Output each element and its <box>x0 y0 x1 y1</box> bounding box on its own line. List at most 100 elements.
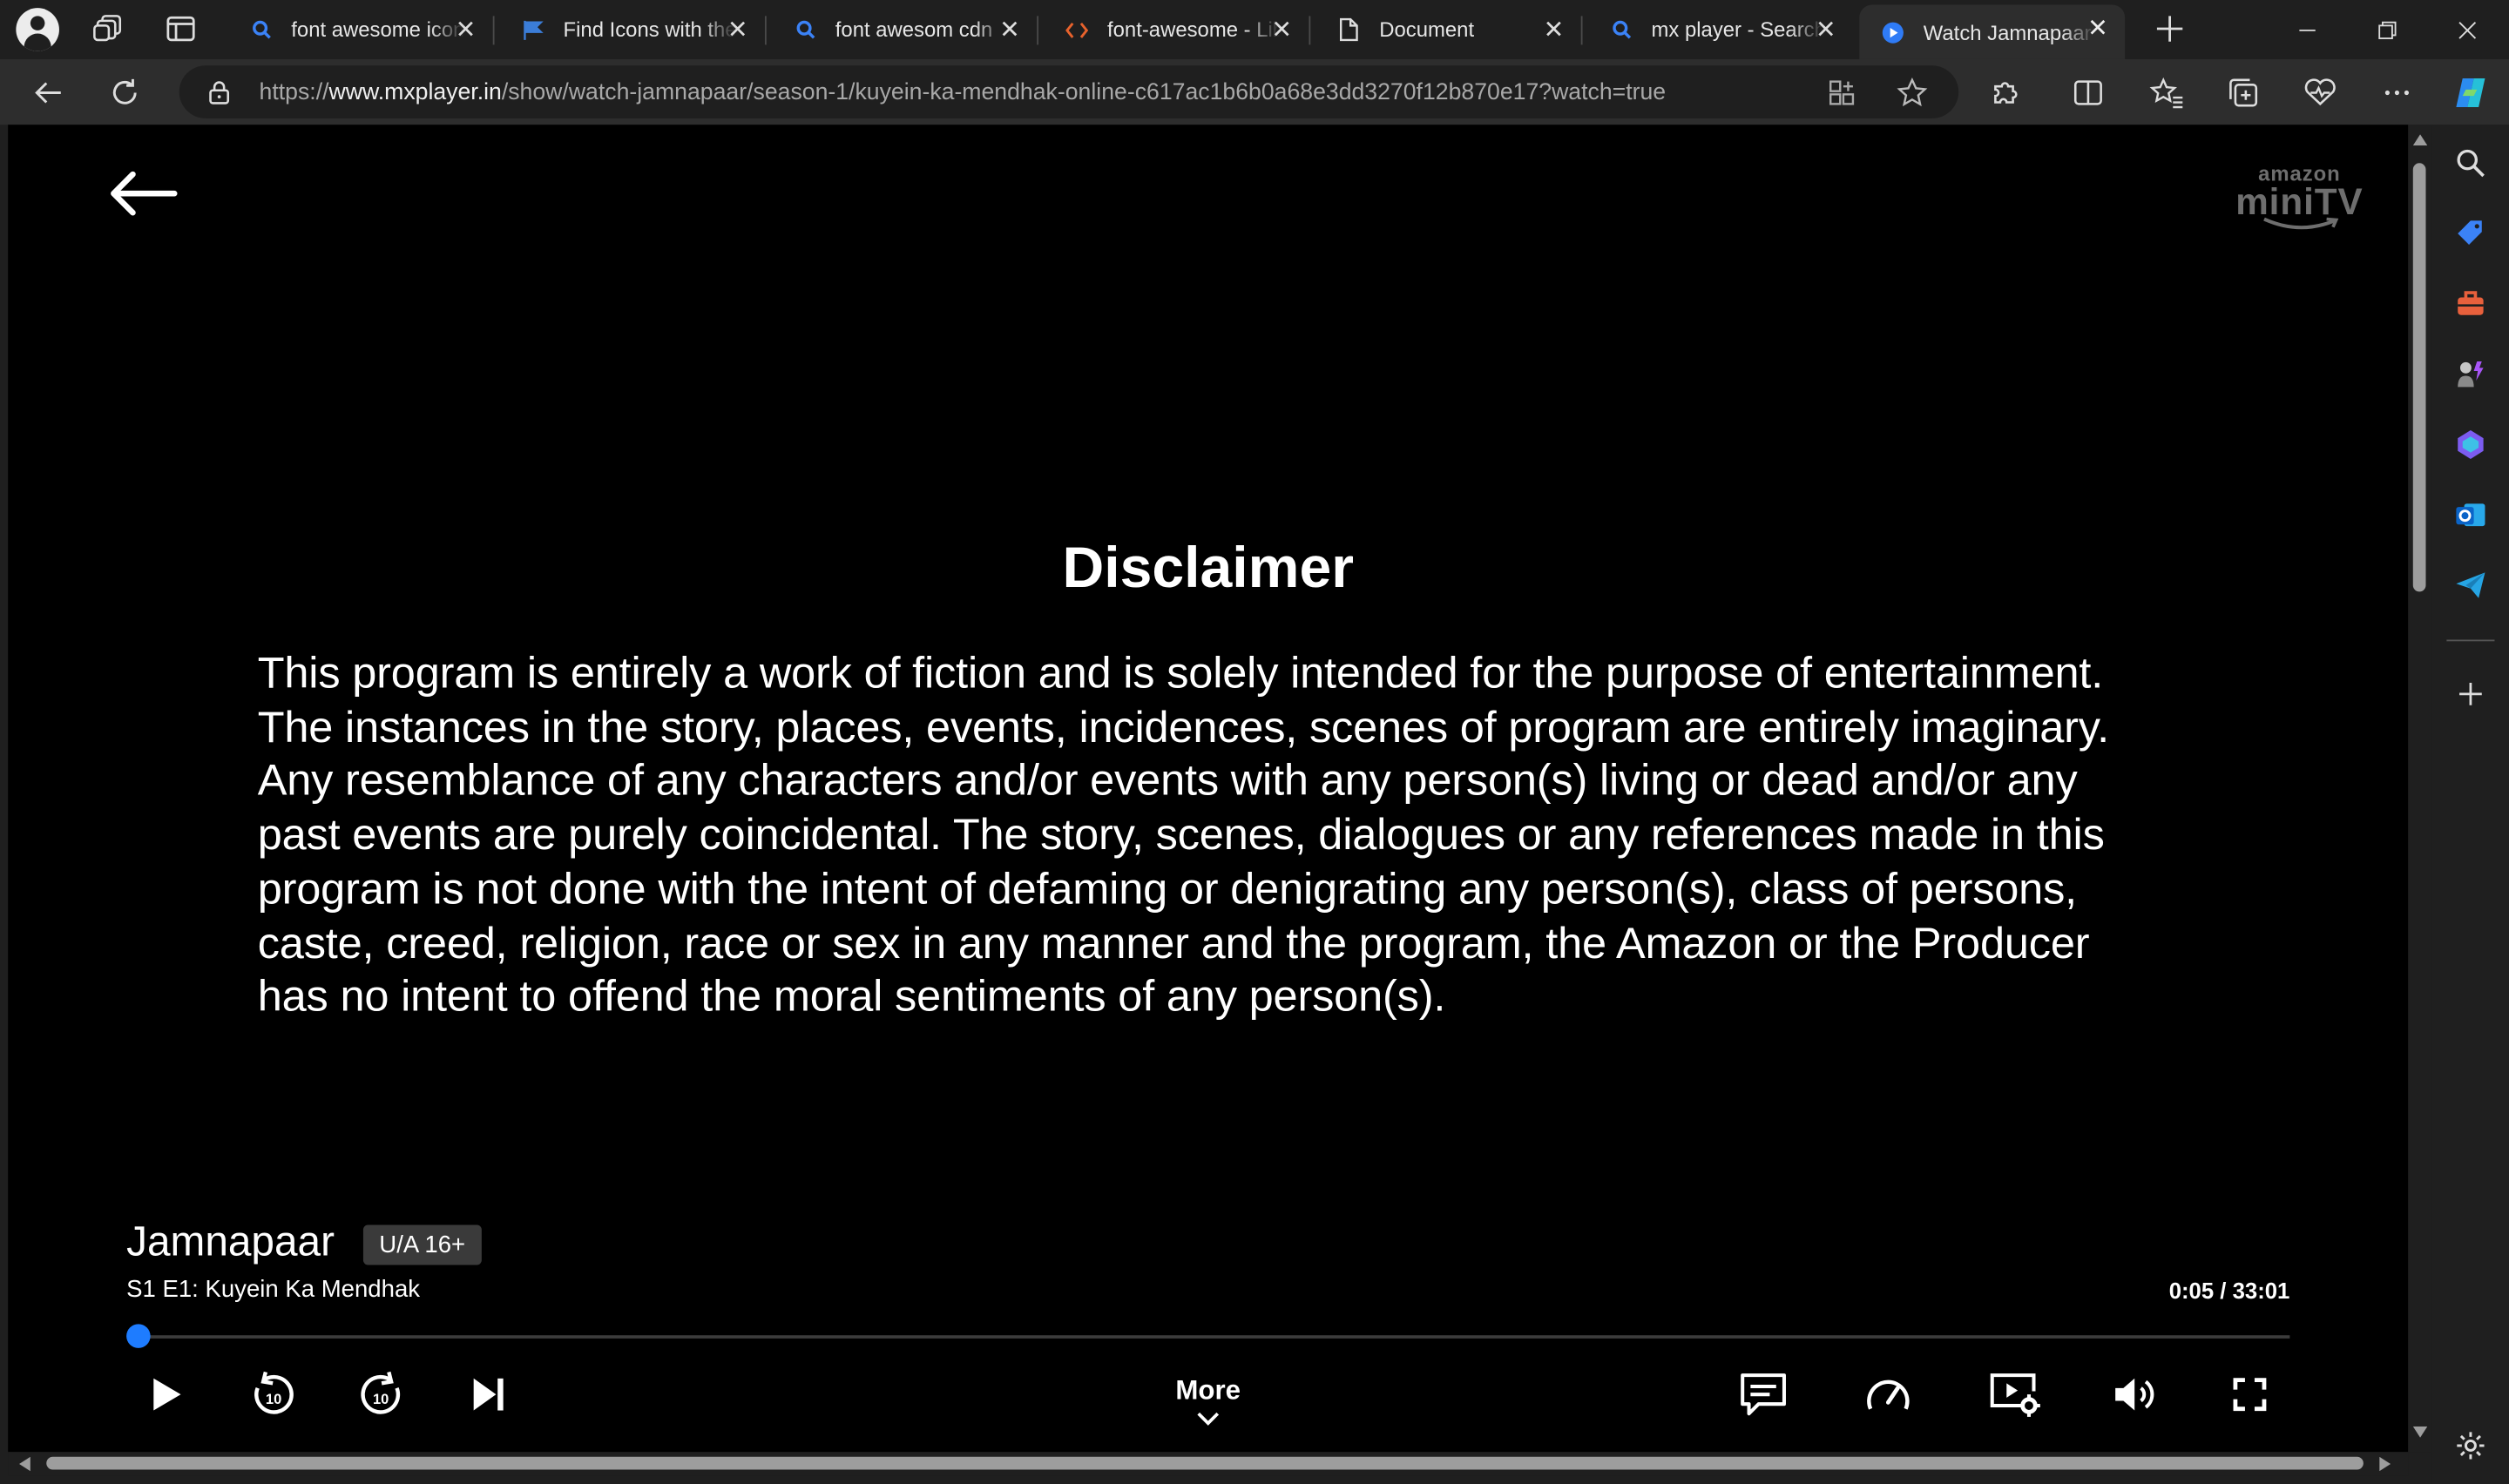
volume-icon <box>2115 1378 2154 1411</box>
scroll-left-icon[interactable] <box>19 1456 30 1472</box>
workspaces-icon[interactable] <box>93 13 125 45</box>
rewind-10-icon: 10 <box>254 1371 294 1414</box>
tab-watch-jamnapaar[interactable]: Watch Jamnapaar <box>1859 4 2126 59</box>
fullscreen-icon <box>2233 1378 2267 1412</box>
lock-icon[interactable] <box>208 80 231 105</box>
flag-icon <box>522 18 544 41</box>
sidebar-divider <box>2446 639 2495 642</box>
fullscreen-button[interactable] <box>2218 1369 2282 1420</box>
search-icon <box>794 18 816 41</box>
profile-avatar-icon[interactable] <box>16 8 59 51</box>
tab-find-icons[interactable]: Find Icons with the Perfect Look <box>499 6 767 52</box>
search-icon <box>250 18 273 41</box>
close-tab-icon[interactable] <box>1815 17 1837 40</box>
next-episode-button[interactable] <box>456 1369 519 1420</box>
more-options-icon[interactable] <box>2377 72 2418 114</box>
scroll-right-icon[interactable] <box>2379 1456 2391 1472</box>
tab-font-awesom-cdn[interactable]: font awesom cdn <box>771 6 1039 52</box>
document-icon <box>1338 17 1361 42</box>
tab-title: font awesom cdn <box>835 17 993 42</box>
tab-font-awesome-libraries[interactable]: font-awesome - Libraries <box>1044 6 1311 52</box>
search-icon <box>1610 18 1633 41</box>
games-chess-icon[interactable] <box>2455 358 2487 390</box>
vertical-scroll-thumb[interactable] <box>2412 163 2426 592</box>
app-available-icon[interactable] <box>1828 78 1856 107</box>
show-title: Jamnapaar <box>126 1217 335 1265</box>
video-settings-icon <box>1990 1373 2040 1417</box>
back-arrow-icon[interactable] <box>107 170 178 218</box>
send-telegram-icon[interactable] <box>2455 570 2487 602</box>
split-screen-icon[interactable] <box>2067 72 2109 114</box>
tab-title: Watch Jamnapaar <box>1923 19 2092 44</box>
tab-title: Find Icons with the Perfect Look <box>563 17 736 42</box>
tab-title: mx player - Search <box>1651 17 1824 42</box>
horizontal-scroll-thumb[interactable] <box>46 1456 2364 1470</box>
vertical-scrollbar[interactable] <box>2408 125 2432 1453</box>
skip-next-icon <box>473 1378 504 1411</box>
tools-briefcase-icon[interactable] <box>2455 288 2487 320</box>
tab-title: font awesome icons <box>291 17 464 42</box>
minimize-window-icon[interactable] <box>2269 0 2345 59</box>
tab-font-awesome-icons[interactable]: font awesome icons <box>227 6 495 52</box>
restore-window-icon[interactable] <box>2349 0 2425 59</box>
tab-title: font-awesome - Libraries <box>1107 17 1280 42</box>
browser-toolbar: https://www.mxplayer.in/show/watch-jamna… <box>0 58 2509 125</box>
seek-bar[interactable] <box>126 1324 2290 1348</box>
scroll-down-icon[interactable] <box>2412 1426 2428 1438</box>
close-window-icon[interactable] <box>2429 0 2506 59</box>
video-player[interactable]: amazon miniTV Disclaimer This program is… <box>8 125 2409 1453</box>
age-rating-badge: U/A 16+ <box>362 1224 482 1265</box>
close-tab-icon[interactable] <box>998 17 1021 40</box>
back-nav-icon[interactable] <box>27 72 69 114</box>
microsoft-365-icon[interactable] <box>2455 428 2487 461</box>
browser-essentials-heart-icon[interactable] <box>2299 72 2341 114</box>
copilot-icon[interactable] <box>2450 72 2492 114</box>
rewind-10-button[interactable]: 10 <box>241 1369 305 1420</box>
extensions-puzzle-icon[interactable] <box>1985 72 2026 114</box>
tab-strip: font awesome icons Find Icons with the P… <box>0 0 2509 59</box>
play-button[interactable] <box>134 1369 198 1420</box>
vertical-tabs-icon[interactable] <box>165 13 197 45</box>
add-plus-icon[interactable] <box>2455 678 2487 711</box>
address-bar[interactable]: https://www.mxplayer.in/show/watch-jamna… <box>179 65 1959 118</box>
time-display: 0:05 / 33:01 <box>2168 1278 2290 1304</box>
brand-logo: amazon miniTV <box>2235 163 2364 232</box>
more-label: More <box>1175 1375 1241 1406</box>
forward-10-button[interactable]: 10 <box>348 1369 412 1420</box>
episode-title: S1 E1: Kuyein Ka Mendhak <box>126 1276 421 1304</box>
refresh-icon[interactable] <box>104 72 145 114</box>
close-tab-icon[interactable] <box>1270 17 1293 40</box>
disclaimer-text: This program is entirely a work of ficti… <box>257 647 2109 1021</box>
shopping-tag-icon[interactable] <box>2455 218 2487 250</box>
more-button[interactable]: More <box>1144 1375 1272 1427</box>
tab-document[interactable]: Document <box>1315 6 1583 52</box>
close-tab-icon[interactable] <box>1543 17 1566 40</box>
tab-title: Document <box>1379 17 1475 42</box>
volume-button[interactable] <box>2104 1369 2167 1420</box>
close-tab-icon[interactable] <box>727 17 749 40</box>
search-icon[interactable] <box>2455 147 2487 179</box>
collections-icon[interactable] <box>2222 72 2264 114</box>
subtitles-button[interactable] <box>1731 1369 1795 1420</box>
subtitles-icon <box>1741 1373 1786 1416</box>
seek-bar-handle[interactable] <box>126 1324 152 1348</box>
svg-text:10: 10 <box>373 1391 389 1407</box>
play-icon <box>153 1378 181 1411</box>
horizontal-scrollbar[interactable] <box>8 1452 2409 1476</box>
close-tab-icon[interactable] <box>455 17 477 40</box>
forward-10-icon: 10 <box>361 1371 401 1414</box>
scroll-up-icon[interactable] <box>2412 134 2428 146</box>
url-text: https://www.mxplayer.in/show/watch-jamna… <box>259 79 1667 106</box>
new-tab-plus-icon[interactable] <box>2154 13 2186 45</box>
gear-icon[interactable] <box>2455 1430 2487 1462</box>
play-circle-icon <box>1882 21 1904 44</box>
favorites-list-icon[interactable] <box>2146 72 2188 114</box>
tab-mx-player-search[interactable]: mx player - Search <box>1587 6 1853 52</box>
playback-speed-button[interactable] <box>1856 1369 1920 1420</box>
edge-sidebar <box>2431 125 2509 1484</box>
quality-settings-button[interactable] <box>1983 1369 2046 1420</box>
outlook-icon[interactable] <box>2455 499 2487 531</box>
close-tab-icon[interactable] <box>2086 16 2109 38</box>
favorite-star-icon[interactable] <box>1897 77 1929 109</box>
disclaimer-title: Disclaimer <box>1062 534 1354 600</box>
